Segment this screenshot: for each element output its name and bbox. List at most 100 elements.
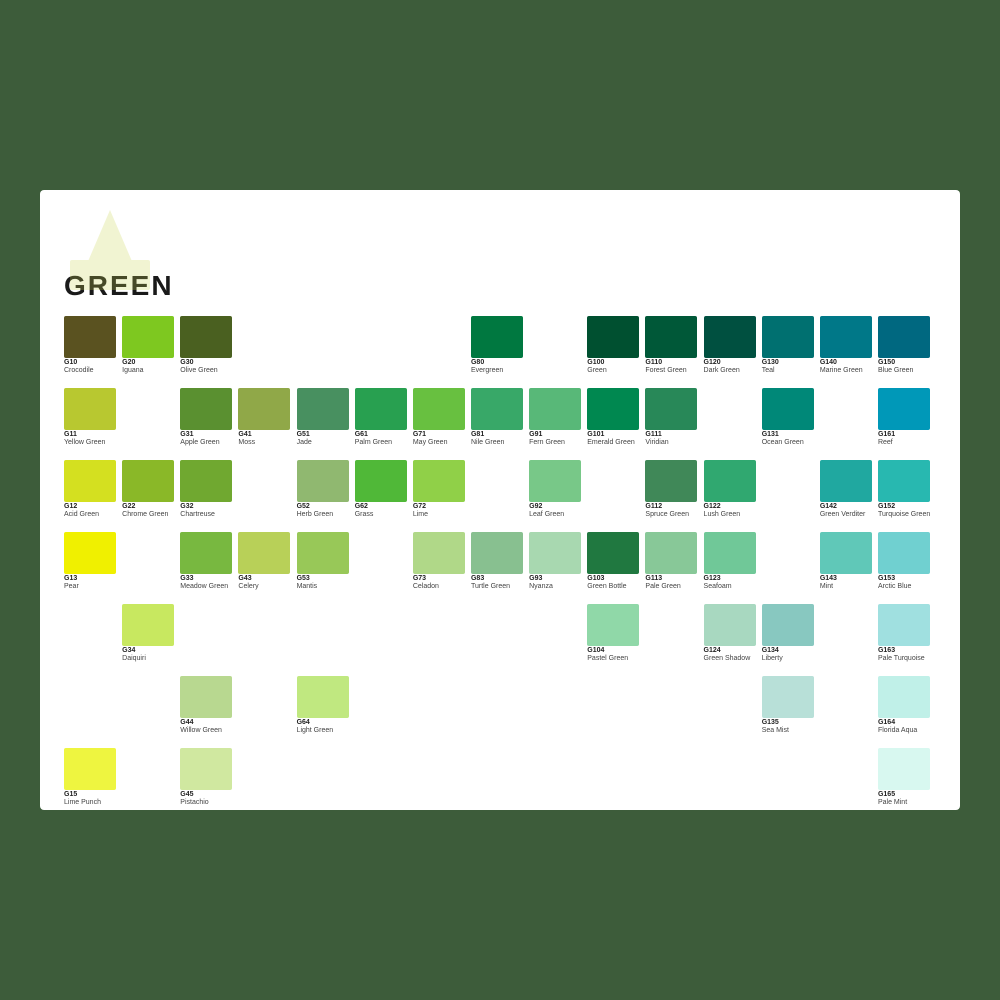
- swatch-name-G163: Pale Turquoise: [878, 655, 938, 663]
- swatch-code-G62: G62: [355, 503, 415, 511]
- swatch-color-G44: [180, 676, 232, 718]
- swatch-code-G92: G92: [529, 503, 589, 511]
- column-col12: G120Dark GreenG122Lush GreenG123SeafoamG…: [704, 316, 762, 810]
- swatch-G10: G10Crocodile: [64, 316, 128, 376]
- swatch-G71: G71May Green: [413, 388, 477, 448]
- swatch-label-G103: G103Green Bottle: [587, 575, 647, 592]
- swatch-label-G20: G20Iguana: [122, 359, 182, 376]
- swatch-G113: G113Pale Green: [645, 532, 709, 592]
- swatch-name-G153: Arctic Blue: [878, 583, 938, 591]
- swatch-label-G72: G72Lime: [413, 503, 473, 520]
- swatch-code-G91: G91: [529, 431, 589, 439]
- swatch-color-G34: [122, 604, 174, 646]
- swatch-G20: G20Iguana: [122, 316, 186, 376]
- swatch-name-G140: Marine Green: [820, 367, 880, 375]
- swatch-code-G34: G34: [122, 647, 182, 655]
- swatch-G11: G11Yellow Green: [64, 388, 128, 448]
- column-col9: G91Fern GreenG92Leaf GreenG93Nyanza: [529, 316, 587, 810]
- swatch-G52: G52Herb Green: [297, 460, 361, 520]
- swatch-G43: G43Celery: [238, 532, 302, 592]
- swatch-G131: G131Ocean Green: [762, 388, 826, 448]
- swatch-label-G33: G33Meadow Green: [180, 575, 240, 592]
- swatch-label-G135: G135Sea Mist: [762, 719, 822, 736]
- swatch-label-G45: G45Pistachio: [180, 791, 240, 808]
- swatch-name-G93: Nyanza: [529, 583, 589, 591]
- swatch-color-G53: [297, 532, 349, 574]
- swatch-color-G11: [64, 388, 116, 430]
- swatch-color-G13: [64, 532, 116, 574]
- swatch-name-G71: May Green: [413, 439, 473, 447]
- swatch-label-G73: G73Celadon: [413, 575, 473, 592]
- swatch-G34: G34Daiquiri: [122, 604, 186, 664]
- swatch-code-G81: G81: [471, 431, 531, 439]
- swatch-code-G43: G43: [238, 575, 298, 583]
- swatch-code-G45: G45: [180, 791, 240, 799]
- swatch-label-G83: G83Turtle Green: [471, 575, 531, 592]
- column-col2: G20IguanaG22Chrome GreenG34Daiquiri: [122, 316, 180, 810]
- swatch-code-G153: G153: [878, 575, 938, 583]
- swatch-label-G53: G53Mantis: [297, 575, 357, 592]
- swatch-name-G81: Nile Green: [471, 439, 531, 447]
- swatch-code-G83: G83: [471, 575, 531, 583]
- swatch-label-G71: G71May Green: [413, 431, 473, 448]
- swatch-label-G13: G13Pear: [64, 575, 124, 592]
- swatch-G130: G130Teal: [762, 316, 826, 376]
- swatch-color-G140: [820, 316, 872, 358]
- swatch-color-G10: [64, 316, 116, 358]
- swatch-color-G64: [297, 676, 349, 718]
- swatch-name-G31: Apple Green: [180, 439, 240, 447]
- column-col3: G30Olive GreenG31Apple GreenG32Chartreus…: [180, 316, 238, 810]
- swatch-label-G92: G92Leaf Green: [529, 503, 589, 520]
- swatch-label-G80: G80Evergreen: [471, 359, 531, 376]
- swatch-G101: G101Emerald Green: [587, 388, 651, 448]
- swatch-code-G111: G111: [645, 431, 705, 439]
- swatch-color-G124: [704, 604, 756, 646]
- swatch-label-G110: G110Forest Green: [645, 359, 705, 376]
- swatch-name-G12: Acid Green: [64, 511, 124, 519]
- column-col6: G61Palm GreenG62Grass: [355, 316, 413, 810]
- swatch-label-G142: G142Green Verditer: [820, 503, 880, 520]
- swatch-G80: G80Evergreen: [471, 316, 535, 376]
- swatch-color-G45: [180, 748, 232, 790]
- swatch-label-G164: G164Florida Aqua: [878, 719, 938, 736]
- swatch-G81: G81Nile Green: [471, 388, 535, 448]
- swatch-code-G64: G64: [297, 719, 357, 727]
- swatch-label-G12: G12Acid Green: [64, 503, 124, 520]
- color-chart-card: GREEN G10CrocodileG11Yellow GreenG12Acid…: [40, 190, 960, 810]
- swatch-G122: G122Lush Green: [704, 460, 768, 520]
- swatch-name-G113: Pale Green: [645, 583, 705, 591]
- swatch-color-G73: [413, 532, 465, 574]
- swatch-name-G150: Blue Green: [878, 367, 938, 375]
- swatch-label-G123: G123Seafoam: [704, 575, 764, 592]
- swatch-name-G165: Pale Mint: [878, 799, 938, 807]
- swatch-code-G101: G101: [587, 431, 647, 439]
- swatch-label-G165: G165Pale Mint: [878, 791, 938, 808]
- swatch-code-G122: G122: [704, 503, 764, 511]
- swatch-code-G103: G103: [587, 575, 647, 583]
- swatch-code-G150: G150: [878, 359, 938, 367]
- swatch-G163: G163Pale Turquoise: [878, 604, 942, 664]
- swatch-code-G110: G110: [645, 359, 705, 367]
- swatch-name-G34: Daiquiri: [122, 655, 182, 663]
- swatch-color-G22: [122, 460, 174, 502]
- swatch-label-G62: G62Grass: [355, 503, 415, 520]
- swatch-G13: G13Pear: [64, 532, 128, 592]
- swatch-label-G64: G64Light Green: [297, 719, 357, 736]
- swatch-G72: G72Lime: [413, 460, 477, 520]
- swatch-label-G131: G131Ocean Green: [762, 431, 822, 448]
- swatch-code-G33: G33: [180, 575, 240, 583]
- swatch-color-G33: [180, 532, 232, 574]
- swatch-label-G11: G11Yellow Green: [64, 431, 124, 448]
- swatch-label-G43: G43Celery: [238, 575, 298, 592]
- swatch-name-G164: Florida Aqua: [878, 727, 938, 735]
- swatch-name-G73: Celadon: [413, 583, 473, 591]
- swatch-color-G123: [704, 532, 756, 574]
- swatch-name-G15: Lime Punch: [64, 799, 124, 807]
- swatch-color-G134: [762, 604, 814, 646]
- swatch-name-G161: Reef: [878, 439, 938, 447]
- swatch-color-G41: [238, 388, 290, 430]
- swatch-name-G13: Pear: [64, 583, 124, 591]
- swatch-code-G120: G120: [704, 359, 764, 367]
- column-col8: G80Evergreen G81Nile Green G83Turtle Green: [471, 316, 529, 810]
- swatch-color-G113: [645, 532, 697, 574]
